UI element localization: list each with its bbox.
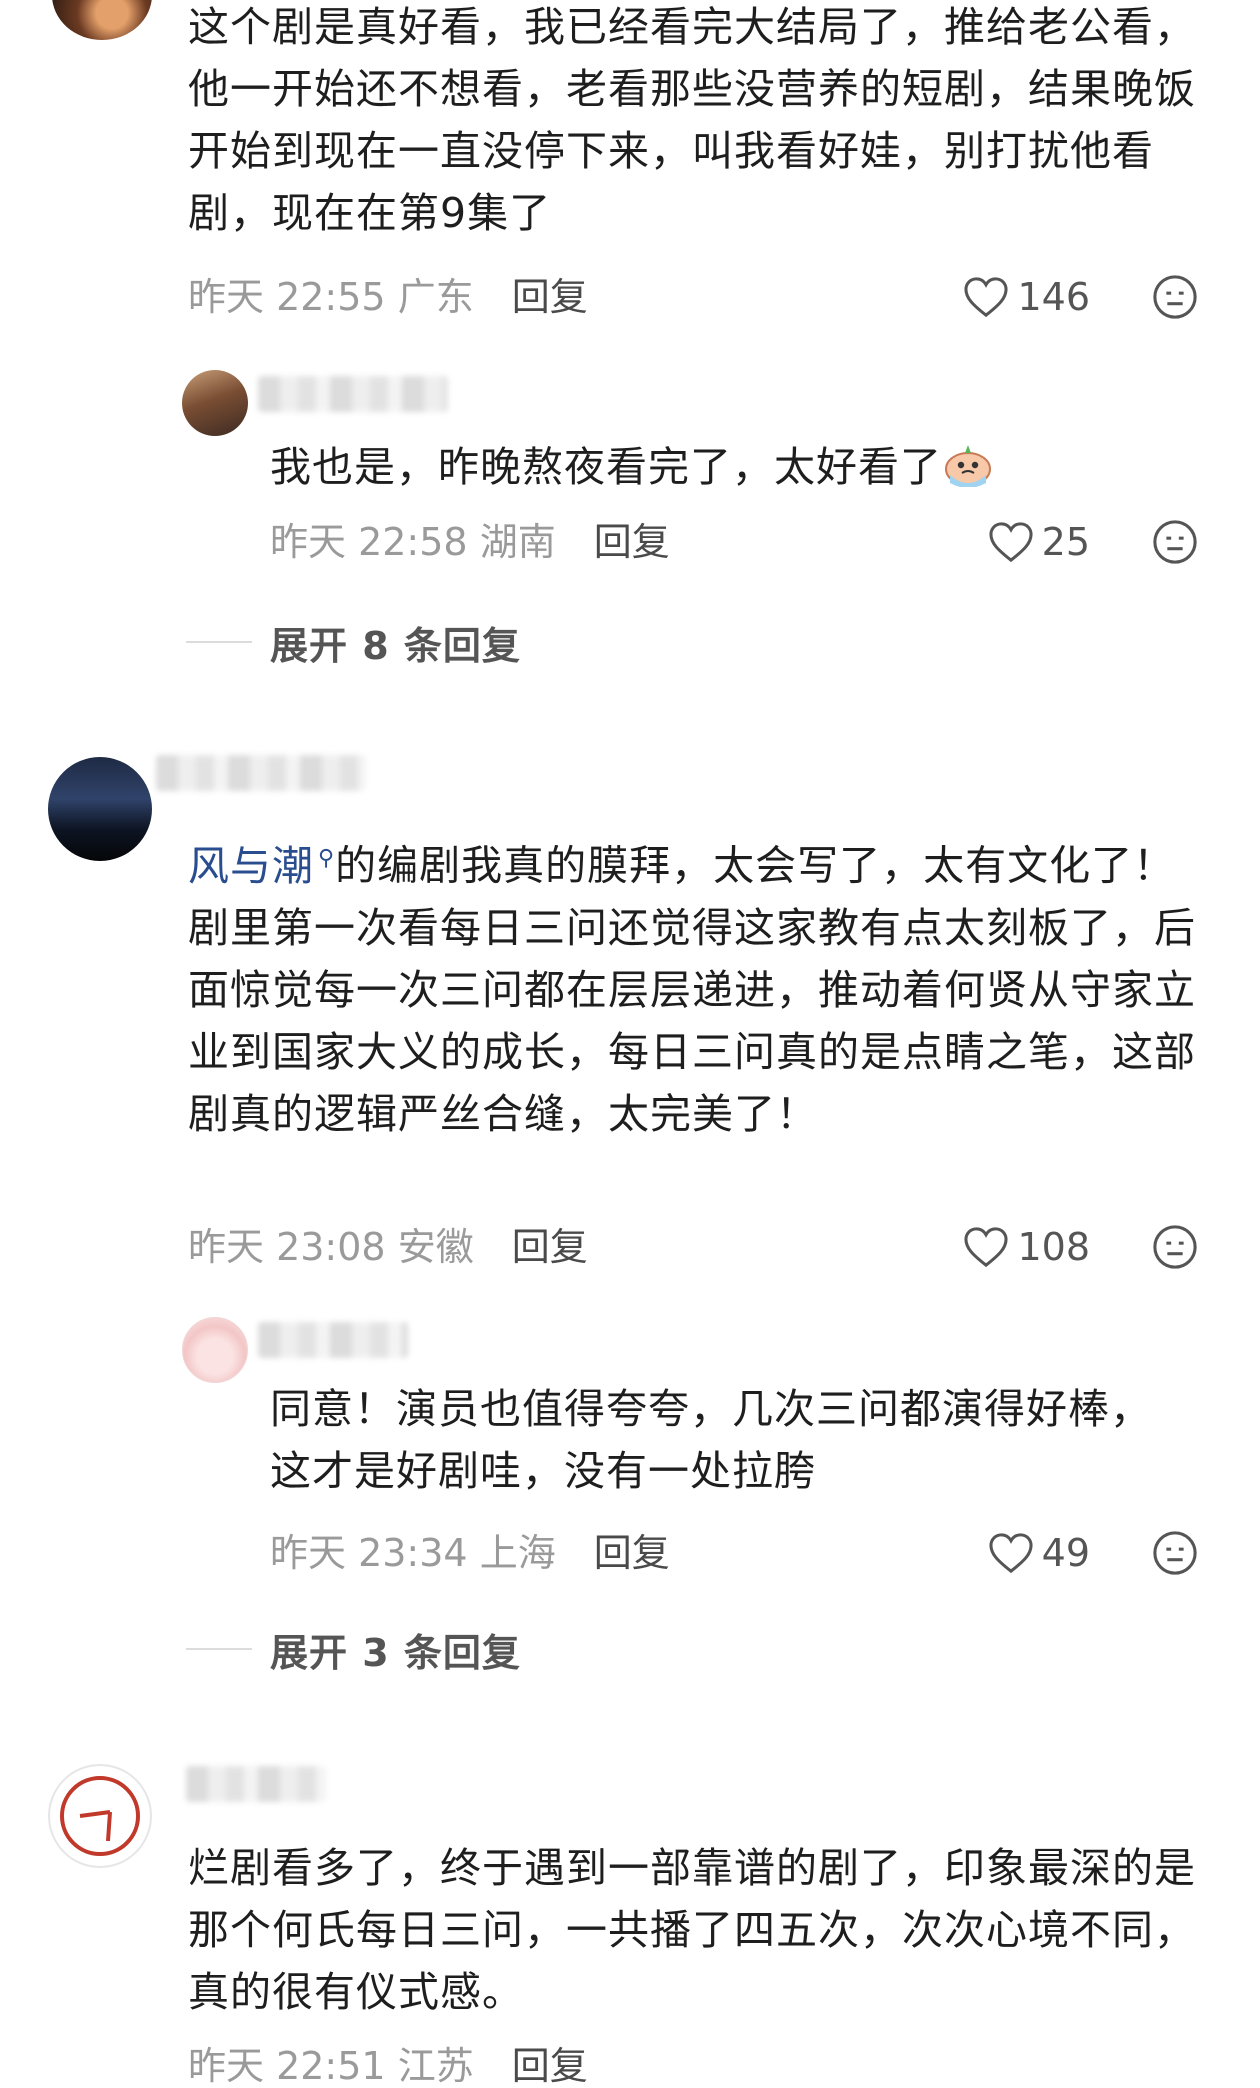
comment-location: 安徽: [397, 1225, 474, 1269]
crying-emoji-icon: [942, 439, 994, 488]
username-blurred: [258, 1322, 408, 1358]
reply-text: 我也是，昨晚熬夜看完了，太好看了: [270, 436, 1170, 498]
username-blurred: [186, 1766, 326, 1802]
dislike-face-icon[interactable]: [1152, 519, 1198, 565]
expand-replies-button[interactable]: 展开 8 条回复: [186, 617, 521, 668]
comment-meta: 昨天 23:08 安徽 回复: [188, 1225, 588, 1269]
avatar[interactable]: [52, 0, 152, 40]
dislike-face-icon[interactable]: [1152, 1530, 1198, 1576]
reply-text: 同意！演员也值得夸夸，几次三问都演得好棒，这才是好剧哇，没有一处拉胯: [270, 1385, 1152, 1495]
like-count: 25: [1041, 520, 1090, 564]
reply-button[interactable]: 回复: [594, 1531, 670, 1575]
avatar[interactable]: [48, 757, 152, 861]
expand-replies-button[interactable]: 展开 3 条回复: [186, 1624, 521, 1675]
comment-meta: 昨天 22:55 广东 回复: [188, 275, 588, 319]
reply-button[interactable]: 回复: [512, 2044, 588, 2088]
like-button[interactable]: 146: [963, 272, 1090, 322]
comment-text: 烂剧看多了，终于遇到一部靠谱的剧了，印象最深的是那个何氏每日三问，一共播了四五次…: [188, 1844, 1196, 2016]
divider: [186, 641, 252, 643]
comment-text: 这个剧是真好看，我已经看完大结局了，推给老公看，他一开始还不想看，老看那些没营养…: [188, 3, 1196, 237]
heart-icon: [989, 522, 1033, 563]
comment-time: 昨天 23:34: [270, 1531, 468, 1575]
like-count: 49: [1041, 1531, 1090, 1575]
comment-location: 江苏: [397, 2044, 474, 2088]
comment-location: 上海: [479, 1531, 556, 1575]
comment-location: 广东: [397, 275, 474, 319]
avatar[interactable]: [48, 1764, 152, 1868]
heart-icon: [964, 1227, 1009, 1268]
dislike-face-icon[interactable]: [1152, 1224, 1198, 1270]
reply-button[interactable]: 回复: [512, 275, 588, 319]
comment-time: 昨天 22:58: [270, 520, 468, 564]
reply-button[interactable]: 回复: [512, 1225, 588, 1269]
like-button[interactable]: 49: [988, 1528, 1090, 1578]
comment-text: 风与潮 ⚲的编剧我真的膜拜，太会写了，太有文化了！剧里第一次看每日三问还觉得这家教…: [188, 841, 1196, 1138]
topic-link[interactable]: 风与潮 ⚲: [188, 842, 335, 890]
heart-icon: [964, 277, 1009, 318]
dislike-face-icon[interactable]: [1152, 274, 1198, 320]
comment-time: 昨天 22:51: [188, 2044, 386, 2088]
like-button[interactable]: 25: [988, 517, 1090, 567]
comment-meta: 昨天 22:58 湖南 回复: [270, 520, 670, 564]
reply-button[interactable]: 回复: [594, 520, 670, 564]
username-blurred: [258, 376, 448, 412]
comment-meta: 昨天 22:51 江苏 回复: [188, 2044, 588, 2088]
like-count: 146: [1017, 275, 1090, 319]
like-count: 108: [1017, 1225, 1090, 1269]
comment-meta: 昨天 23:34 上海 回复: [270, 1531, 670, 1575]
comment-location: 湖南: [479, 520, 556, 564]
comment-time: 昨天 22:55: [188, 275, 386, 319]
avatar[interactable]: [182, 370, 248, 436]
like-button[interactable]: 108: [963, 1222, 1090, 1272]
divider: [186, 1648, 252, 1650]
heart-icon: [989, 1533, 1033, 1574]
username-blurred: [156, 755, 366, 791]
avatar[interactable]: [182, 1317, 248, 1383]
comment-time: 昨天 23:08: [188, 1225, 386, 1269]
search-icon: ⚲: [318, 846, 336, 871]
